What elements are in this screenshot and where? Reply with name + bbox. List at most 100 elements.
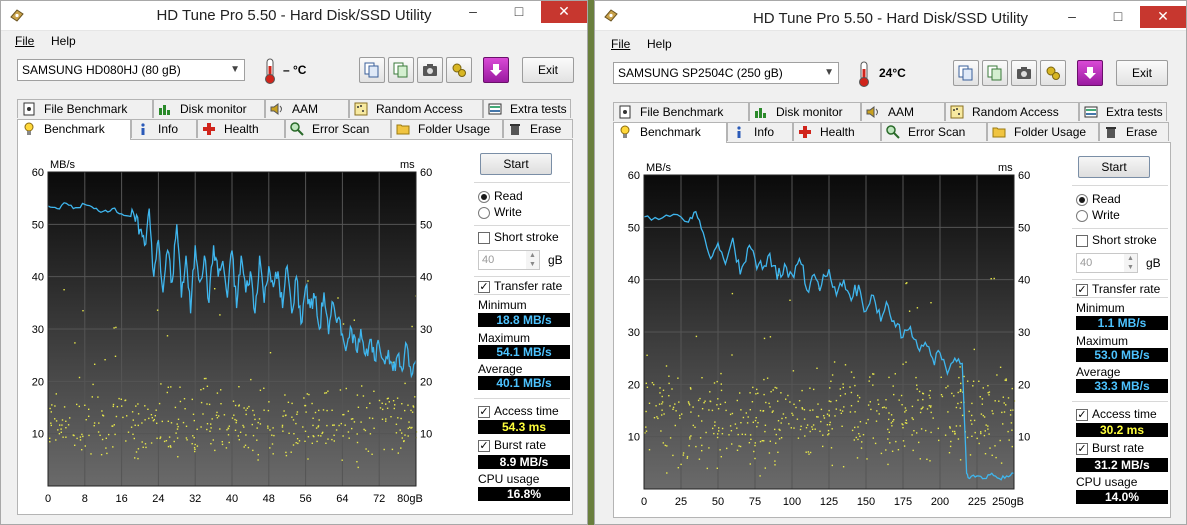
save-button[interactable] [1077,60,1103,86]
tab-random-access[interactable]: Random Access [945,102,1079,121]
maximize-button[interactable]: □ [1096,6,1140,28]
save-button[interactable] [483,57,509,83]
write-radio[interactable] [1076,210,1088,222]
tab-info[interactable]: Info [727,122,793,141]
tab-extra-tests[interactable]: Extra tests [483,99,571,118]
read-radio[interactable] [478,191,490,203]
access-time-point [50,411,52,413]
tab-folder-usage[interactable]: Folder Usage [391,119,503,138]
menu-help[interactable]: Help [647,37,672,51]
tab-file-benchmark[interactable]: File Benchmark [613,102,749,121]
tab-benchmark[interactable]: Benchmark [613,122,727,143]
options-button[interactable] [446,57,472,83]
divider [474,276,570,277]
burst-rate-checkbox[interactable]: ✓ [478,440,490,452]
minimize-button[interactable]: – [451,1,495,23]
stepper-up-icon[interactable]: ▲ [526,251,539,260]
screenshot-button[interactable] [417,57,443,83]
access-time-point [791,412,793,415]
access-time-point [823,415,825,417]
transfer-rate-checkbox[interactable]: ✓ [1076,284,1088,296]
tab-info[interactable]: Info [131,119,197,138]
access-time-point [282,430,284,432]
access-time-point [137,403,139,405]
tab-aam[interactable]: AAM [265,99,349,118]
stepper-down-icon[interactable]: ▼ [526,260,539,269]
access-time-point [749,463,751,465]
read-radio[interactable] [1076,194,1088,206]
tab-health[interactable]: Health [793,122,881,141]
access-time-point [807,451,809,453]
stepper-up-icon[interactable]: ▲ [1124,254,1137,263]
tab-aam[interactable]: AAM [861,102,945,121]
copy-all-button[interactable] [982,60,1008,86]
tab-random-access[interactable]: Random Access [349,99,483,118]
access-time-point [259,389,262,391]
short-stroke-checkbox[interactable] [1076,235,1088,247]
access-time-point [316,440,318,443]
drive-select[interactable]: SAMSUNG HD080HJ (80 gB) ▼ [17,59,245,81]
access-time-point [326,409,328,412]
y-tick-label-right: 60 [1018,170,1030,182]
menu-help[interactable]: Help [51,34,76,48]
close-button[interactable]: ✕ [541,1,587,23]
access-time-point [973,419,976,422]
tab-erase[interactable]: Erase [503,119,573,138]
access-time-point [971,423,973,425]
write-radio[interactable] [478,207,490,219]
y-tick-label-right: 30 [420,324,432,336]
transfer-rate-checkbox[interactable]: ✓ [478,281,490,293]
tab-erase[interactable]: Erase [1099,122,1169,141]
exit-button[interactable]: Exit [522,57,574,83]
access-time-point [216,411,218,414]
tab-disk-monitor[interactable]: Disk monitor [153,99,265,118]
copy-all-button[interactable] [388,57,414,83]
access-time-point [757,392,759,394]
access-time-point [298,440,301,442]
tab-file-benchmark[interactable]: File Benchmark [17,99,153,118]
exit-button[interactable]: Exit [1116,60,1168,86]
minimum-value: 18.8 MB/s [478,313,570,327]
access-time-point [984,430,986,432]
access-time-label: Access time [1092,407,1157,421]
access-time-point [835,399,838,402]
access-time-point [400,447,402,449]
short-stroke-checkbox[interactable] [478,232,490,244]
options-button[interactable] [1040,60,1066,86]
copy-text-button[interactable] [953,60,979,86]
access-time-point [185,437,188,439]
screenshot-button[interactable] [1011,60,1037,86]
access-time-point [819,430,821,432]
access-time-point [892,420,894,423]
menu-file[interactable]: File [15,34,34,48]
short-stroke-stepper[interactable]: 40 ▲ ▼ [478,250,540,270]
short-stroke-stepper[interactable]: 40 ▲ ▼ [1076,253,1138,273]
access-time-point [124,399,127,401]
drive-select[interactable]: SAMSUNG SP2504C (250 gB) ▼ [613,62,839,84]
access-time-point [344,424,346,426]
tab-folder-usage[interactable]: Folder Usage [987,122,1099,141]
access-time-point [404,382,406,385]
start-button[interactable]: Start [1078,156,1150,178]
close-button[interactable]: ✕ [1140,6,1186,28]
minimize-button[interactable]: – [1050,6,1094,28]
tab-extra-tests[interactable]: Extra tests [1079,102,1167,121]
tab-health[interactable]: Health [197,119,285,138]
access-time-point [221,443,224,446]
menu-file[interactable]: File [611,37,630,51]
access-time-point [101,410,103,412]
access-time-point [833,361,836,363]
maximize-button[interactable]: □ [497,1,541,23]
access-time-checkbox[interactable]: ✓ [478,406,490,418]
start-button[interactable]: Start [480,153,552,175]
tab-error-scan[interactable]: Error Scan [285,119,391,138]
burst-rate-checkbox[interactable]: ✓ [1076,443,1088,455]
tab-benchmark[interactable]: Benchmark [17,119,131,140]
stepper-down-icon[interactable]: ▼ [1124,263,1137,272]
access-time-point [63,289,65,291]
copy-text-button[interactable] [359,57,385,83]
access-time-point [163,440,166,443]
tab-error-scan[interactable]: Error Scan [881,122,987,141]
tab-disk-monitor[interactable]: Disk monitor [749,102,861,121]
access-time-checkbox[interactable]: ✓ [1076,409,1088,421]
